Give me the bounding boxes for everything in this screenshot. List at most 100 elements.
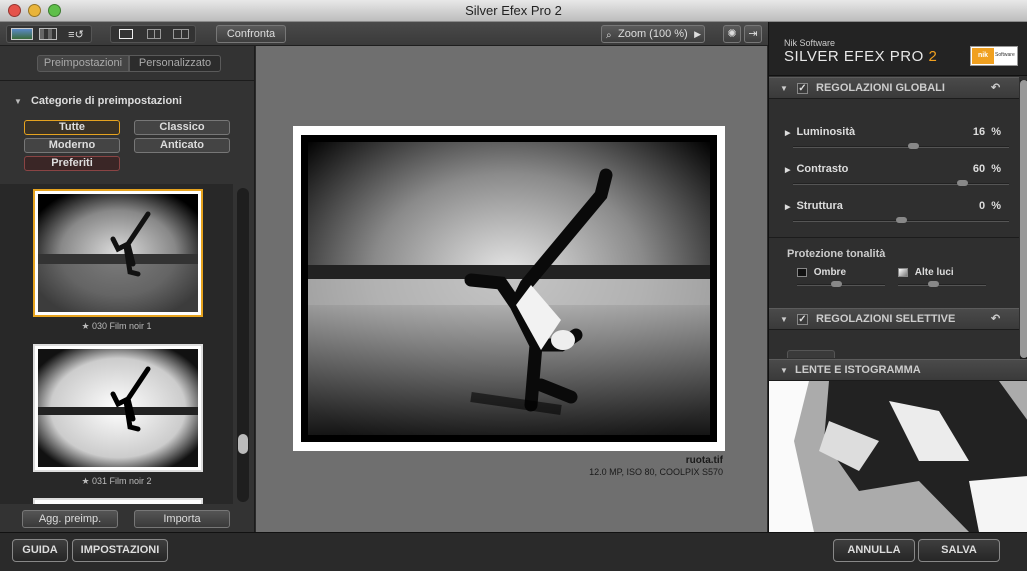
thumbnail-image [38,194,198,312]
brand-product-name: SILVER EFEX PRO [784,48,924,65]
category-header[interactable]: ▼ Categorie di preimpostazioni [14,95,182,107]
category-header-label: Categorie di preimpostazioni [30,95,182,107]
slider-structure-row: ▶ Struttura 0 % [785,200,1001,212]
scrollbar-thumb[interactable] [238,434,248,454]
category-all[interactable]: Tutte [24,120,120,135]
slider-value: 60 % [972,163,1001,175]
cancel-button[interactable]: ANNULLA [833,539,915,562]
reset-icon[interactable]: ↶ [991,78,1000,99]
slider-value: 0 % [978,200,1001,212]
category-vintage[interactable]: Anticato [134,138,230,153]
view-mode-group [110,25,196,43]
contrast-slider[interactable] [793,180,1009,186]
image-filename: ruota.tif [685,455,723,466]
window-titlebar: Silver Efex Pro 2 [0,0,1027,22]
nik-logo: nik Software [970,46,1018,66]
slider-brightness-row: ▶ Luminosità 16 % [785,126,1001,138]
category-classic[interactable]: Classico [134,120,230,135]
panel-scrollbar[interactable] [1020,80,1027,380]
collapse-triangle-icon: ▼ [14,97,22,106]
scrollbar-thumb[interactable] [1020,80,1027,358]
loupe-view[interactable] [769,381,1027,532]
thumbnail-label: 030 Film noir 1 [92,321,152,331]
thumbnail-scrollbar[interactable] [237,188,249,502]
selective-adjustments-checkbox[interactable]: ✓ [797,314,808,325]
expand-triangle-icon[interactable]: ▶ [785,130,790,137]
help-button[interactable]: GUIDA [12,539,68,562]
nik-logo-mark: nik [972,48,994,64]
slider-thumb[interactable] [907,143,919,149]
main-toolbar: ≡↺ Confronta ⌕ Zoom (100 %) ▶ ✺ ⇥ [0,22,768,46]
divider [769,237,1019,238]
brand-header: Nik Software SILVER EFEX PRO 2 nik Softw… [769,22,1027,76]
brand-version: 2 [928,48,938,65]
browser-toggle-group: ≡↺ [6,25,92,43]
preset-panel: Preimpostazioni Personalizzato ▼ Categor… [0,46,255,532]
add-preset-button[interactable]: Agg. preimp. [22,510,118,528]
preset-thumbnail[interactable] [33,498,203,504]
loupe-histogram-header[interactable]: ▼ LENTE E ISTOGRAMMA [769,359,1027,381]
category-favorites[interactable]: Preferiti [24,156,120,171]
tonal-protection-label: Protezione tonalità [787,248,886,260]
reset-icon[interactable]: ↶ [991,309,1000,330]
selective-adjustments-label: REGOLAZIONI SELETTIVE [816,313,956,325]
favorite-star-icon[interactable]: ★ [81,321,89,331]
brightness-slider[interactable] [793,143,1009,149]
shadows-slider[interactable] [797,281,885,287]
grid-view-icon[interactable] [39,28,57,40]
shadows-label: Ombre [813,267,847,278]
adjustments-panel: Nik Software SILVER EFEX PRO 2 nik Softw… [768,22,1027,532]
slider-thumb[interactable] [895,217,907,223]
loupe-histogram-label: LENTE E ISTOGRAMMA [795,364,921,376]
favorite-star-icon[interactable]: ★ [81,476,89,486]
structure-slider[interactable] [793,217,1009,223]
expand-triangle-icon[interactable]: ▶ [785,167,790,174]
save-button[interactable]: SALVA [918,539,1000,562]
global-adjustments-header[interactable]: ▼ ✓ REGOLAZIONI GLOBALI ↶ [769,77,1019,99]
minimize-window-button[interactable] [28,4,41,17]
history-icon[interactable]: ≡↺ [65,27,87,41]
lightbulb-icon[interactable]: ✺ [723,25,741,43]
preset-thumbnail[interactable] [33,189,203,317]
photo-frame [293,126,725,451]
import-button[interactable]: Importa [134,510,230,528]
slider-thumb[interactable] [957,180,968,186]
close-window-button[interactable] [8,4,21,17]
brand-company: Nik Software [784,38,836,48]
zoom-control[interactable]: ⌕ Zoom (100 %) ▶ [601,25,705,43]
magnifier-icon: ⌕ [606,30,612,41]
highlights-slider[interactable] [898,281,986,287]
collapse-triangle-icon: ▼ [780,315,788,324]
image-info: 12.0 MP, ISO 80, COOLPIX S570 [589,467,723,477]
preset-thumbnail-list[interactable]: ★ 030 Film noir 1 ★ 031 Film noir 2 [0,184,233,504]
collapse-triangle-icon: ▼ [780,84,788,93]
expand-triangle-icon[interactable]: ▶ [785,204,790,211]
slider-thumb[interactable] [928,281,939,287]
single-view-icon[interactable] [119,29,133,39]
preset-browser-icon[interactable] [11,28,33,40]
control-point-button[interactable] [787,350,835,358]
tab-custom[interactable]: Personalizzato [129,55,221,72]
collapse-triangle-icon: ▼ [780,366,788,375]
image-preview[interactable]: ruota.tif 12.0 MP, ISO 80, COOLPIX S570 [256,46,767,532]
highlights-label: Alte luci [914,267,954,278]
split-view-icon[interactable] [147,29,161,39]
settings-button[interactable]: IMPOSTAZIONI [72,539,168,562]
thumbnail-caption: ★ 030 Film noir 1 [0,321,233,332]
side-by-side-view-icon[interactable] [173,29,189,39]
preview-image [294,128,724,449]
zoom-label: Zoom (100 %) [618,28,688,40]
preset-thumbnail[interactable] [33,344,203,472]
slider-label: Luminosità [796,126,856,138]
slider-thumb[interactable] [831,281,842,287]
global-adjustments-checkbox[interactable]: ✓ [797,83,808,94]
zoom-window-button[interactable] [48,4,61,17]
category-modern[interactable]: Moderno [24,138,120,153]
exit-fullscreen-icon[interactable]: ⇥ [744,25,762,43]
shadows-swatch [797,267,807,277]
thumbnail-image [38,349,198,467]
selective-adjustments-header[interactable]: ▼ ✓ REGOLAZIONI SELETTIVE ↶ [769,308,1019,330]
tab-presets[interactable]: Preimpostazioni [37,55,129,72]
compare-button[interactable]: Confronta [216,25,286,43]
bottom-bar: GUIDA IMPOSTAZIONI ANNULLA SALVA [0,532,1027,571]
